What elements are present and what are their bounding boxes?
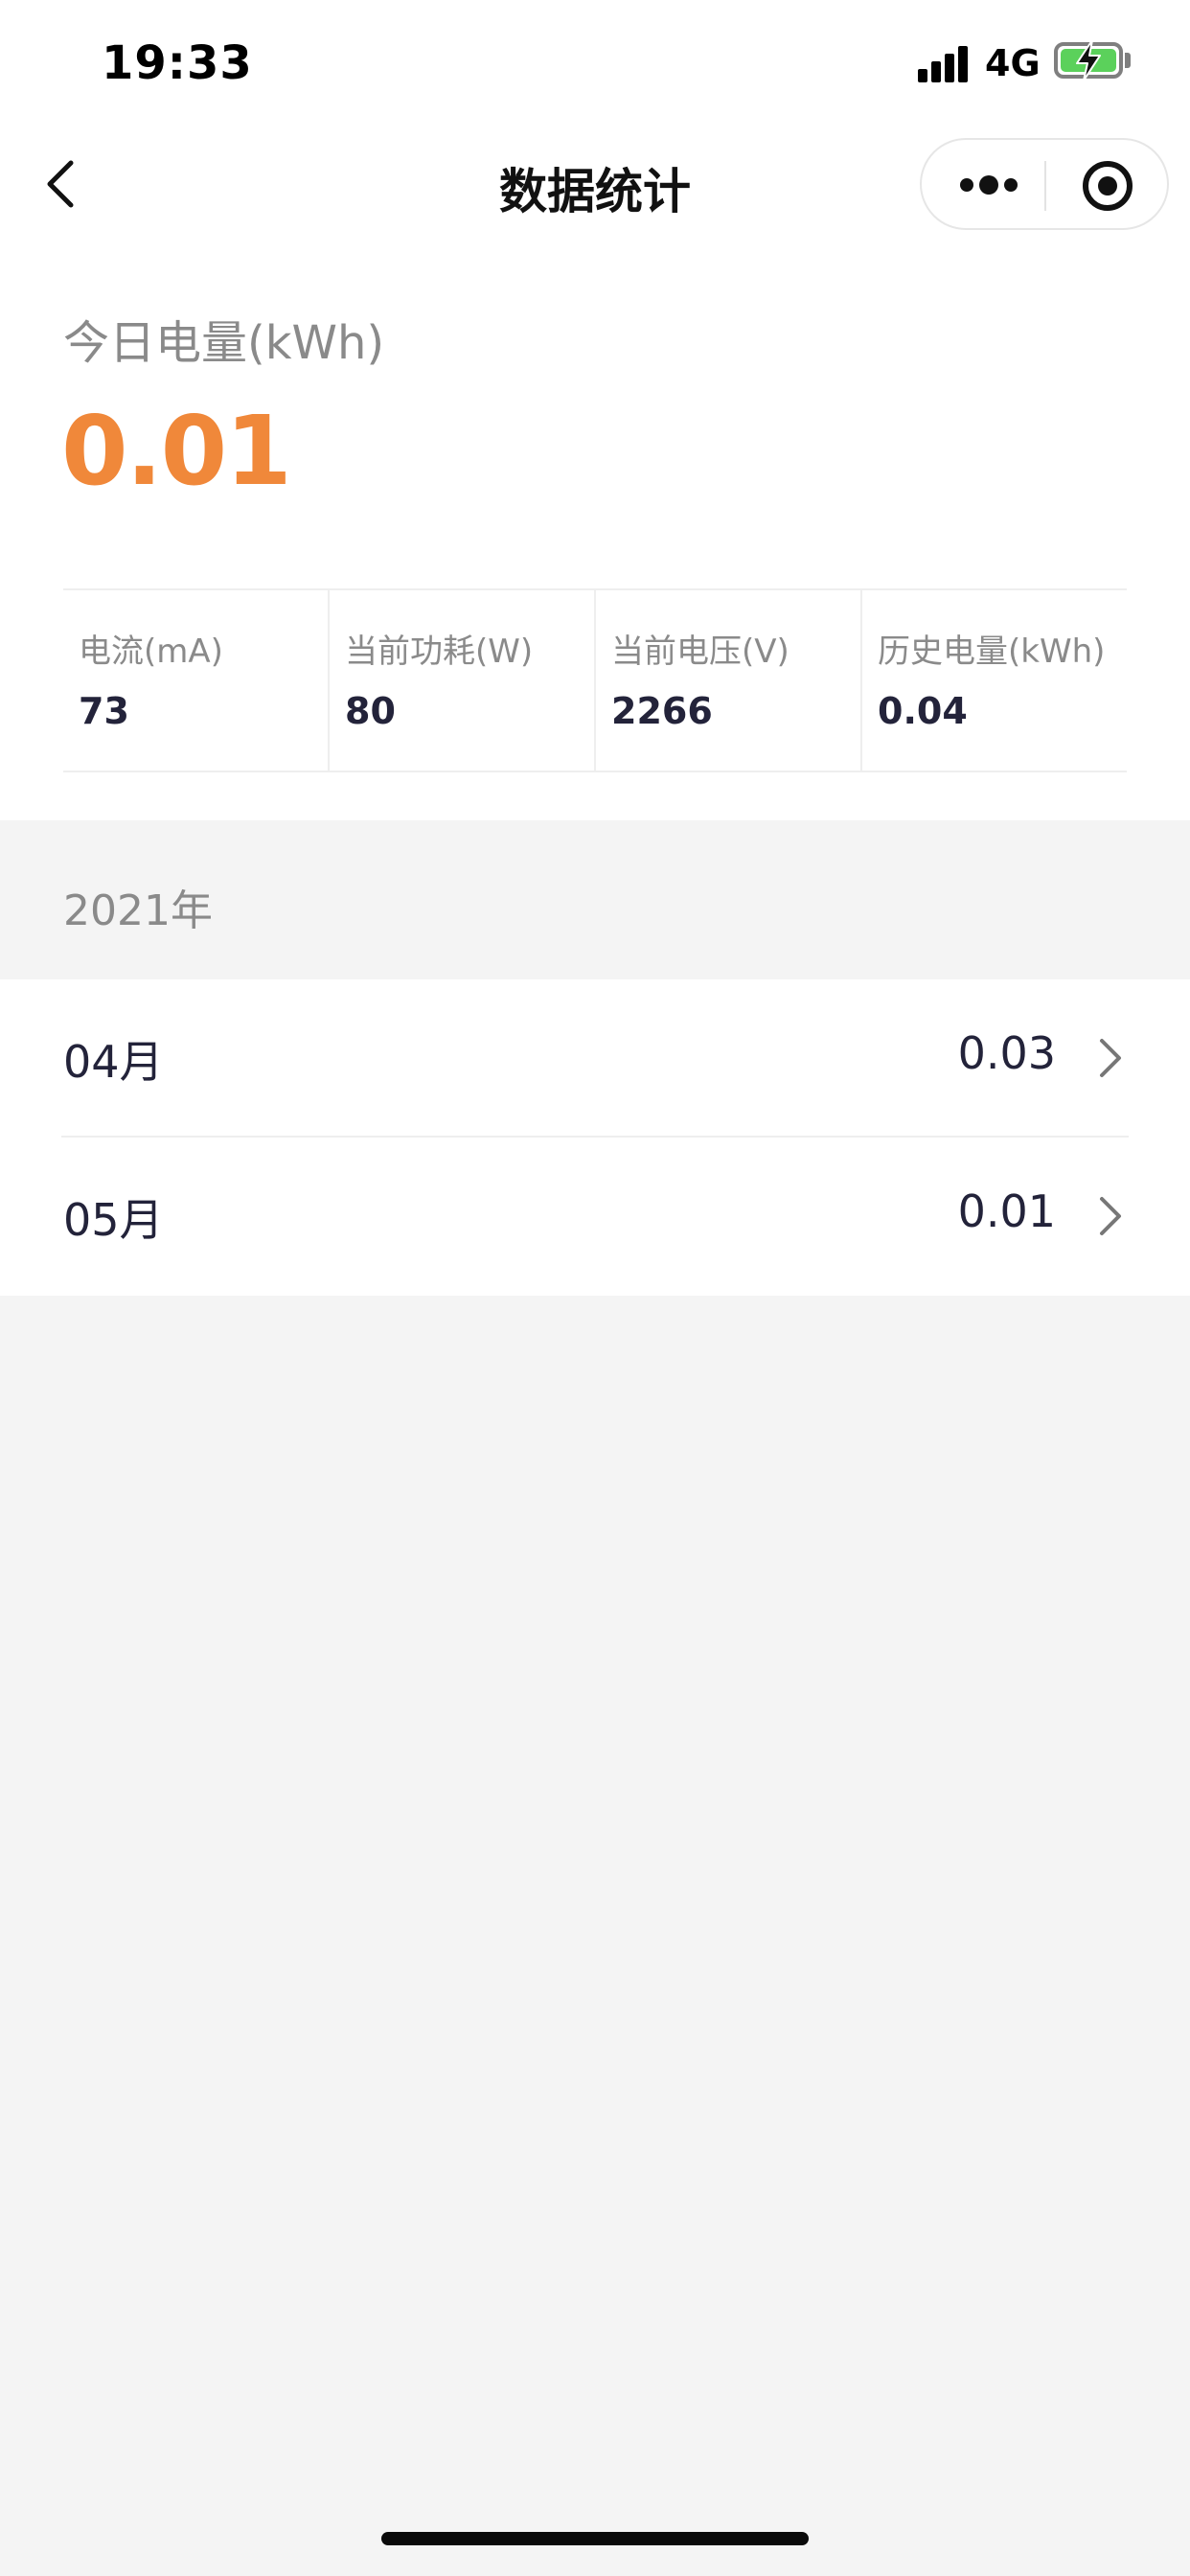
today-energy-card: 今日电量(kWh) 0.01 电流(mA) 73 当前功耗(W) 80 当前电压…	[0, 242, 1190, 820]
today-energy-value: 0.01	[61, 395, 292, 507]
chevron-right-icon	[1100, 1197, 1121, 1235]
metric-value: 2266	[611, 690, 713, 732]
more-dots-icon-center	[979, 175, 998, 195]
month-name: 04月	[63, 1036, 164, 1088]
more-button[interactable]	[922, 140, 1044, 232]
metric-history-energy: 历史电量(kWh) 0.04	[860, 590, 1127, 770]
metric-label: 当前电压(V)	[611, 632, 790, 671]
metric-value: 80	[345, 690, 396, 732]
month-name: 05月	[63, 1194, 164, 1246]
chevron-right-icon	[1100, 1039, 1121, 1077]
list-item-month-05[interactable]: 05月 0.01	[0, 1138, 1190, 1296]
more-dots-icon-right	[1004, 178, 1018, 192]
month-energy-value: 0.01	[957, 1185, 1056, 1237]
metric-current: 电流(mA) 73	[63, 590, 328, 770]
mini-program-capsule	[920, 138, 1169, 230]
close-target-icon-core	[1098, 176, 1117, 196]
more-dots-icon	[960, 178, 973, 192]
metric-label: 历史电量(kWh)	[878, 632, 1106, 671]
metric-power: 当前功耗(W) 80	[328, 590, 594, 770]
metric-voltage: 当前电压(V) 2266	[594, 590, 860, 770]
home-indicator[interactable]	[381, 2532, 809, 2545]
close-button[interactable]	[1046, 140, 1169, 232]
metric-value: 0.04	[878, 690, 968, 732]
charging-bolt-icon	[1076, 39, 1101, 81]
month-energy-value: 0.03	[957, 1027, 1056, 1079]
year-label: 2021年	[63, 886, 213, 935]
metric-value: 73	[79, 690, 129, 732]
battery-cap	[1125, 53, 1131, 68]
signal-icon	[918, 44, 970, 82]
list-item-month-04[interactable]: 04月 0.03	[0, 979, 1190, 1138]
metric-label: 电流(mA)	[79, 632, 223, 671]
today-energy-label: 今日电量(kWh)	[63, 316, 385, 370]
network-type: 4G	[985, 42, 1041, 84]
metric-label: 当前功耗(W)	[345, 632, 534, 671]
screen: 19:33 4G 数据统计 今日电量(kWh) 0.01 电流(mA) 73 当…	[0, 0, 1190, 2576]
status-bar: 19:33 4G	[0, 0, 1190, 126]
year-section-header: 2021年	[0, 820, 1190, 979]
month-list: 04月 0.03 05月 0.01	[0, 979, 1190, 1296]
status-time: 19:33	[102, 36, 253, 90]
nav-bar: 数据统计	[0, 126, 1190, 242]
metrics-grid: 电流(mA) 73 当前功耗(W) 80 当前电压(V) 2266 历史电量(k…	[63, 588, 1127, 772]
